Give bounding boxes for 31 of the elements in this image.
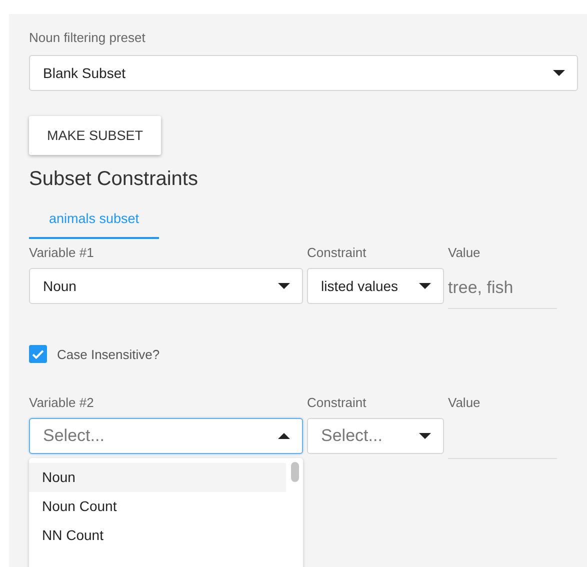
variable-select[interactable]: Noun bbox=[29, 268, 303, 304]
caret-icon bbox=[419, 433, 431, 439]
select-placeholder: Select... bbox=[321, 426, 382, 446]
constraint-select[interactable]: listed values bbox=[307, 268, 444, 304]
select-value: Blank Subset bbox=[43, 65, 126, 81]
checkbox[interactable] bbox=[29, 345, 47, 363]
field-label: Value bbox=[448, 245, 482, 260]
field-label: Variable #1 bbox=[29, 245, 95, 260]
constraint-select[interactable]: Select... bbox=[307, 418, 444, 454]
field-label: Constraint bbox=[307, 395, 368, 410]
menu-option[interactable]: NN Count bbox=[29, 521, 286, 550]
menu-option[interactable]: Noun bbox=[29, 463, 286, 492]
make-subset-button[interactable]: MAKE SUBSET bbox=[29, 116, 162, 155]
checkbox-label: Case Insensitive? bbox=[57, 346, 160, 362]
select-value: listed values bbox=[321, 278, 398, 294]
scrollbar-thumb[interactable] bbox=[291, 462, 299, 482]
select-placeholder: Select... bbox=[43, 426, 104, 446]
caret-icon bbox=[419, 283, 431, 289]
caret-icon bbox=[278, 433, 290, 439]
section-heading: Subset Constraints bbox=[29, 168, 198, 191]
field-label: Constraint bbox=[307, 245, 368, 260]
caret-icon bbox=[553, 70, 565, 76]
field-label: Value bbox=[448, 395, 482, 410]
variable-select[interactable]: Select... bbox=[29, 418, 303, 454]
preset-select[interactable]: Blank Subset bbox=[29, 55, 578, 91]
caret-icon bbox=[278, 283, 290, 289]
select-value: Noun bbox=[43, 278, 76, 294]
value-field[interactable]: tree, fish bbox=[448, 268, 557, 309]
field-label: Noun filtering preset bbox=[29, 30, 146, 45]
field-label: Variable #2 bbox=[29, 395, 95, 410]
menu-option[interactable]: Noun Count bbox=[29, 492, 286, 521]
